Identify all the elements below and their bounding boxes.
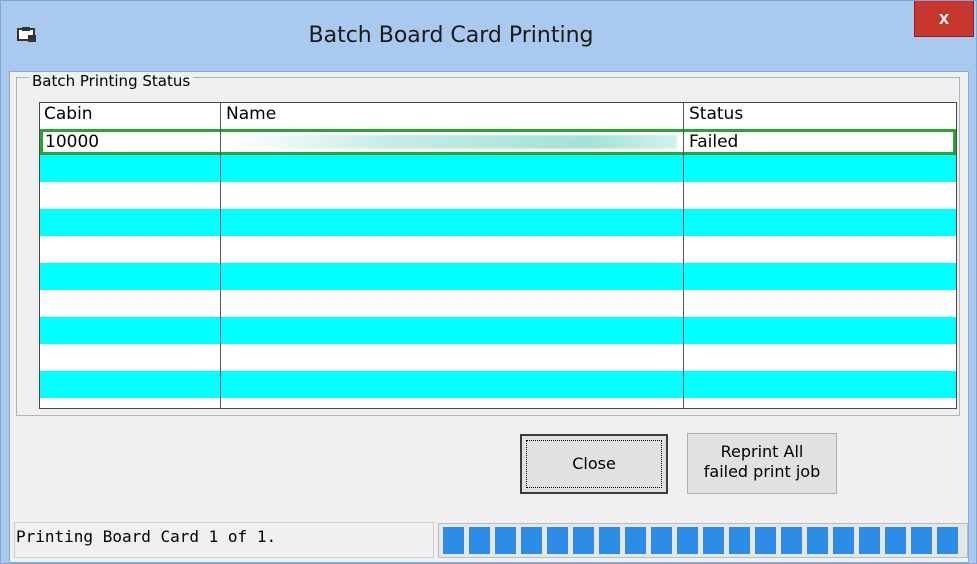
status-grid[interactable]: Cabin Name Status 10000 Failed [39, 102, 957, 409]
progress-bar [438, 523, 968, 558]
progress-block [937, 527, 958, 554]
progress-block [495, 527, 516, 554]
reprint-all-failed-button[interactable]: Reprint All failed print job [687, 433, 837, 494]
progress-block [573, 527, 594, 554]
selected-table-row[interactable]: 10000 Failed [40, 129, 956, 155]
title-bar[interactable]: Batch Board Card Printing x [1, 1, 976, 71]
table-row[interactable] [40, 371, 956, 398]
progress-block [703, 527, 724, 554]
progress-block [911, 527, 932, 554]
progress-block [521, 527, 542, 554]
progress-block [443, 527, 464, 554]
progress-block [625, 527, 646, 554]
table-row[interactable] [40, 398, 956, 408]
reprint-label-line1: Reprint All [720, 442, 804, 461]
table-row[interactable] [40, 209, 956, 236]
table-row[interactable] [40, 155, 956, 182]
window-close-button[interactable]: x [914, 1, 974, 37]
progress-block [547, 527, 568, 554]
group-label: Batch Printing Status [29, 72, 194, 90]
column-header-name[interactable]: Name [226, 104, 276, 124]
progress-block [885, 527, 906, 554]
table-row[interactable] [40, 263, 956, 290]
column-divider[interactable] [220, 103, 221, 408]
table-row[interactable] [40, 290, 956, 317]
dialog-window: Batch Board Card Printing x Batch Printi… [0, 0, 977, 564]
progress-block [781, 527, 802, 554]
progress-block [755, 527, 776, 554]
table-row[interactable] [40, 236, 956, 263]
progress-block [651, 527, 672, 554]
status-bar: Printing Board Card 1 of 1. [10, 521, 968, 561]
progress-block [599, 527, 620, 554]
table-row[interactable] [40, 182, 956, 209]
progress-block [833, 527, 854, 554]
progress-block [807, 527, 828, 554]
batch-printing-status-group: Batch Printing Status Cabin Name Status [16, 72, 960, 416]
column-divider[interactable] [683, 103, 684, 408]
focus-rectangle [526, 440, 662, 488]
dialog-body: Batch Printing Status Cabin Name Status [9, 71, 969, 563]
close-button[interactable]: Close [520, 434, 668, 494]
progress-block [469, 527, 490, 554]
reprint-label-line2: failed print job [703, 462, 821, 481]
progress-block [677, 527, 698, 554]
cell-status: Failed [689, 132, 739, 152]
column-header-cabin[interactable]: Cabin [44, 104, 93, 124]
column-header-status[interactable]: Status [689, 104, 743, 124]
progress-block [729, 527, 750, 554]
window-title: Batch Board Card Printing [308, 23, 594, 48]
progress-block [859, 527, 880, 554]
cell-cabin: 10000 [45, 132, 100, 152]
redacted-name-cell [229, 135, 677, 149]
status-text: Printing Board Card 1 of 1. [16, 527, 277, 546]
table-row[interactable] [40, 317, 956, 344]
grid-header: Cabin Name Status [40, 103, 956, 129]
table-row[interactable] [40, 344, 956, 371]
